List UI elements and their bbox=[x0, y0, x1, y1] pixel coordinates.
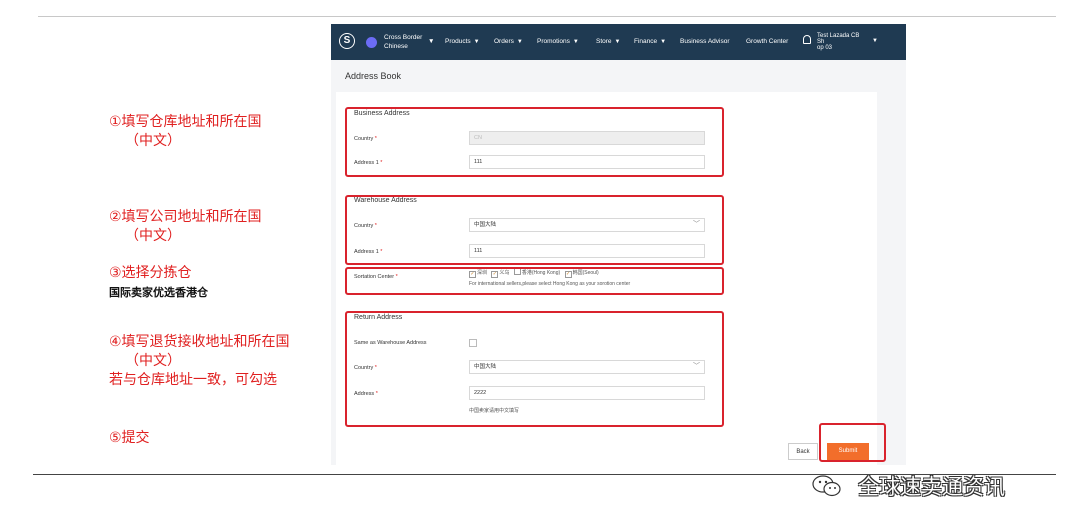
submit-highlight bbox=[819, 423, 886, 462]
seller-center-window: S Cross Border Chinese ▼ Products ▼ Order… bbox=[331, 24, 906, 465]
warehouse-address-highlight bbox=[345, 195, 724, 265]
step4-annotation-sub: （中文） bbox=[125, 353, 181, 369]
back-button[interactable]: Back bbox=[788, 443, 818, 460]
chevron-down-icon: ▼ bbox=[660, 39, 667, 45]
language-selector[interactable]: Cross Border Chinese bbox=[384, 33, 422, 51]
step2-annotation-sub: （中文） bbox=[125, 228, 181, 244]
nav-growth-center[interactable]: Growth Center bbox=[746, 38, 788, 45]
chevron-down-icon: ▼ bbox=[473, 39, 480, 45]
chevron-down-icon: ▼ bbox=[516, 39, 523, 45]
nav-promotions[interactable]: Promotions ▼ bbox=[537, 38, 579, 45]
user-account-menu[interactable]: Test Lazada CB Sh op 03 bbox=[817, 33, 859, 51]
chevron-down-icon: ▼ bbox=[572, 39, 579, 45]
step4-annotation: ④填写退货接收地址和所在国 bbox=[109, 334, 290, 350]
step5-annotation: ⑤提交 bbox=[109, 430, 150, 446]
language-line1: Cross Border bbox=[384, 34, 423, 41]
step1-annotation: ①填写仓库地址和所在国 bbox=[109, 114, 262, 130]
business-address-highlight bbox=[345, 107, 724, 177]
seller-center-logo[interactable]: S bbox=[339, 33, 355, 49]
chevron-down-icon: ▼ bbox=[614, 39, 621, 45]
language-caret-icon: ▼ bbox=[428, 38, 435, 45]
step2-annotation: ②填写公司地址和所在国 bbox=[109, 209, 262, 225]
step3-note: 国际卖家优选香港仓 bbox=[109, 286, 208, 299]
top-navigation-bar: S Cross Border Chinese ▼ Products ▼ Order… bbox=[331, 24, 906, 60]
watermark-text: 全球速卖通资讯 bbox=[858, 475, 1005, 499]
sortation-center-highlight bbox=[345, 267, 724, 295]
step3-annotation: ③选择分拣仓 bbox=[109, 265, 192, 281]
nav-store[interactable]: Store ▼ bbox=[596, 38, 621, 45]
top-divider bbox=[38, 16, 1056, 17]
chevron-down-icon[interactable]: ▼ bbox=[872, 38, 878, 44]
page-title: Address Book bbox=[345, 71, 402, 81]
language-line2: Chinese bbox=[384, 43, 408, 50]
nav-orders[interactable]: Orders ▼ bbox=[494, 38, 523, 45]
nav-finance[interactable]: Finance ▼ bbox=[634, 38, 666, 45]
user-name-line3: op 03 bbox=[817, 45, 833, 51]
wechat-icon bbox=[812, 475, 841, 497]
globe-icon[interactable] bbox=[366, 37, 377, 48]
return-address-highlight bbox=[345, 311, 724, 427]
step4-annotation-note: 若与仓库地址一致，可勾选 bbox=[109, 372, 277, 388]
nav-products[interactable]: Products ▼ bbox=[445, 38, 480, 45]
nav-business-advisor[interactable]: Business Advisor bbox=[680, 38, 730, 45]
step1-annotation-sub: （中文） bbox=[125, 133, 181, 149]
user-icon[interactable] bbox=[803, 35, 811, 44]
